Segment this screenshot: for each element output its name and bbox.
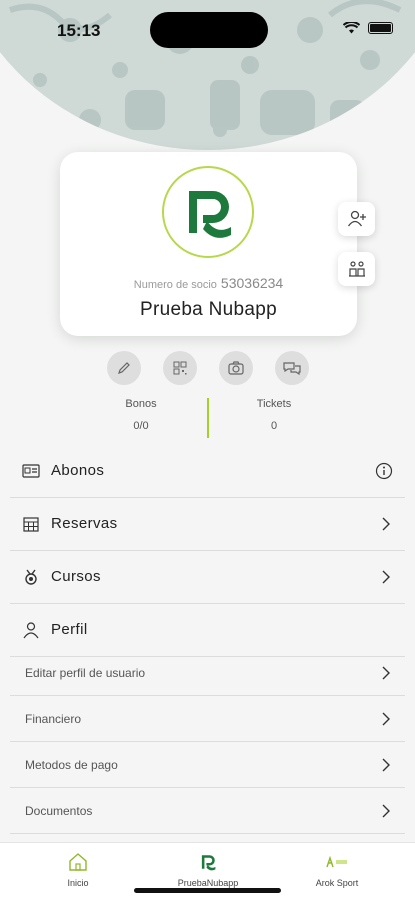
chevron-right-icon <box>382 804 390 818</box>
edit-button[interactable] <box>107 351 141 385</box>
stat-label: Bonos <box>125 398 157 410</box>
medal-icon <box>25 569 37 585</box>
chevron-right-icon <box>382 570 390 584</box>
add-user-icon <box>347 210 366 227</box>
user-icon <box>23 622 39 639</box>
profile-item-financiero[interactable]: Financiero <box>10 696 405 742</box>
stat-label: Tickets <box>256 398 292 410</box>
chevron-right-icon <box>382 758 390 772</box>
profile-item-label: Metodos de pago <box>25 758 118 772</box>
chat-icon <box>283 362 301 375</box>
tab-label: Inicio <box>67 878 89 888</box>
chat-button[interactable] <box>275 351 309 385</box>
family-button[interactable] <box>338 252 375 286</box>
wifi-icon <box>343 22 360 34</box>
stat-value: 0 <box>270 420 278 432</box>
tab-pruebanubapp[interactable]: PruebaNubapp <box>148 851 268 888</box>
stats-section: Bonos 0/0 Tickets 0 <box>0 398 415 438</box>
menu-item-abonos[interactable]: Abonos <box>10 446 405 498</box>
member-number: Numero de socio 53036234 <box>60 275 357 291</box>
stat-value: 0/0 <box>133 420 149 432</box>
home-icon <box>69 853 87 871</box>
member-number-label: Numero de socio <box>133 279 217 291</box>
profile-actions <box>0 351 415 385</box>
battery-icon <box>368 22 393 34</box>
home-indicator <box>134 888 281 893</box>
user-name: Prueba Nubapp <box>139 299 277 320</box>
menu-item-reservas[interactable]: Reservas <box>10 499 405 551</box>
status-icons <box>343 22 393 34</box>
profile-item-metodos-pago[interactable]: Metodos de pago <box>10 742 405 788</box>
info-icon[interactable] <box>375 462 393 480</box>
chevron-right-icon <box>382 666 390 680</box>
club-logo <box>162 166 254 258</box>
camera-icon <box>228 361 244 375</box>
profile-card: Numero de socio 53036234 Prueba Nubapp <box>60 152 357 336</box>
stat-tickets: Tickets 0 <box>214 398 334 432</box>
menu-item-cursos[interactable]: Cursos <box>10 552 405 604</box>
member-number-value: 53036234 <box>220 275 284 291</box>
status-bar: 15:13 <box>0 0 415 50</box>
status-time: 15:13 <box>57 21 101 40</box>
profile-item-edit[interactable]: Editar perfil de usuario <box>10 650 405 696</box>
tab-arok-sport[interactable]: Arok Sport <box>277 851 397 888</box>
id-card-icon <box>22 464 40 478</box>
dynamic-island <box>150 12 268 48</box>
menu-item-label: Reservas <box>51 515 118 532</box>
chevron-right-icon <box>382 517 390 531</box>
club-logo-icon <box>201 855 216 871</box>
qr-code-icon <box>173 361 187 375</box>
calendar-icon <box>23 517 39 532</box>
tab-inicio[interactable]: Inicio <box>18 851 138 888</box>
menu-item-label: Abonos <box>51 462 105 479</box>
stats-divider <box>207 398 209 438</box>
menu-item-label: Perfil <box>51 621 88 638</box>
tab-label: PruebaNubapp <box>177 878 239 888</box>
profile-item-label: Documentos <box>25 804 93 818</box>
profile-item-label: Financiero <box>25 712 82 726</box>
arok-sport-icon <box>326 855 347 868</box>
chevron-right-icon <box>382 712 390 726</box>
add-user-button[interactable] <box>338 202 375 236</box>
qr-button[interactable] <box>163 351 197 385</box>
family-icon <box>348 261 365 277</box>
profile-item-documentos[interactable]: Documentos <box>10 788 405 834</box>
menu-item-label: Cursos <box>51 568 101 585</box>
tab-label: Arok Sport <box>315 878 359 888</box>
camera-button[interactable] <box>219 351 253 385</box>
stat-bonos: Bonos 0/0 <box>81 398 201 432</box>
profile-item-label: Editar perfil de usuario <box>25 666 146 680</box>
pencil-icon <box>118 362 130 374</box>
